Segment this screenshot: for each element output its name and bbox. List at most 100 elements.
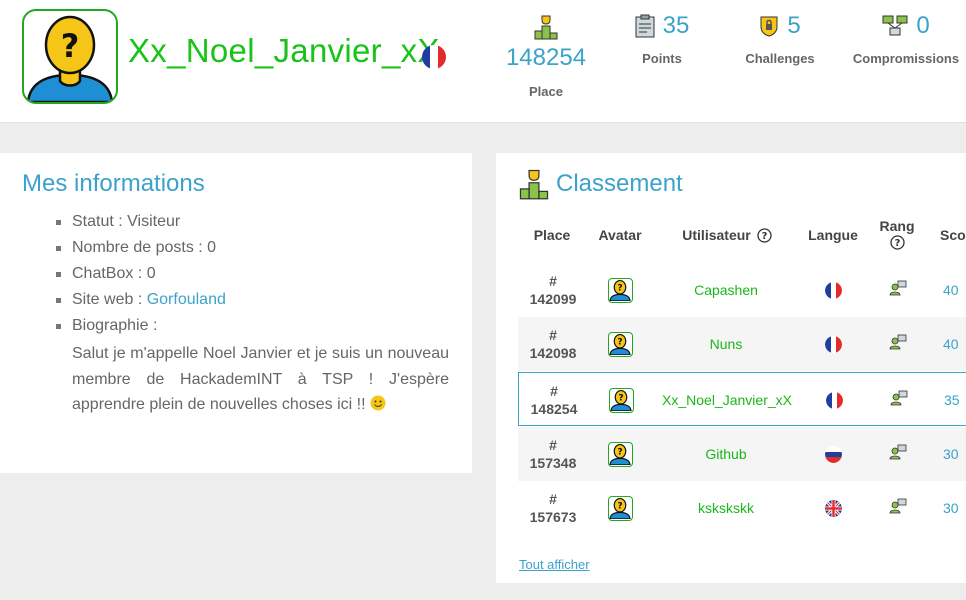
table-row: #157673? kskskskk 30 <box>518 481 966 535</box>
classement-title-wrap: Classement <box>518 168 683 200</box>
shield-lock-icon <box>760 16 778 37</box>
user-avatar-icon[interactable]: ? <box>607 441 633 467</box>
header-lang: Langue <box>808 227 858 243</box>
row-rang <box>883 263 913 317</box>
svg-text:?: ? <box>617 447 622 457</box>
uk-flag-icon <box>824 499 842 517</box>
svg-text:?: ? <box>617 283 622 293</box>
statut-item: Statut : Visiteur <box>56 209 449 235</box>
row-place-value: 157348 <box>529 455 577 471</box>
header-place: Place <box>533 227 571 243</box>
row-hash: # <box>549 327 557 343</box>
row-hash: # <box>549 437 557 453</box>
compromissions-label: Compromissions <box>852 51 960 66</box>
stat-compromissions: 0 Compromissions <box>850 12 962 66</box>
help-icon[interactable]: ? <box>889 235 905 250</box>
website-link[interactable]: Gorfouland <box>147 291 226 308</box>
bio-label: Biographie : <box>72 317 158 334</box>
row-place: #157348 <box>518 427 588 481</box>
row-score[interactable]: 30 <box>943 481 966 535</box>
user-avatar-icon[interactable]: ? <box>608 387 634 413</box>
france-flag-icon <box>422 45 446 69</box>
row-rang <box>884 373 914 427</box>
profile-username: Xx_Noel_Janvier_xX <box>128 32 440 69</box>
help-icon[interactable]: ? <box>757 227 772 243</box>
row-avatar-cell: ? <box>598 263 642 317</box>
row-rang <box>883 481 913 535</box>
points-label: Points <box>642 51 682 66</box>
podium-trophy-icon <box>519 169 549 200</box>
row-score[interactable]: 40 <box>943 317 966 371</box>
row-avatar-cell: ? <box>598 427 642 481</box>
svg-text:?: ? <box>617 501 622 511</box>
header-rang: Rang ? <box>876 217 918 254</box>
header-rang-label: Rang <box>879 218 915 234</box>
challenges-label: Challenges <box>745 51 815 66</box>
bio-item: Biographie : Salut je m'appelle Noel Jan… <box>56 313 449 418</box>
row-place: #142099 <box>518 263 588 317</box>
row-username[interactable]: Xx_Noel_Janvier_xX <box>649 373 805 427</box>
row-place-value: 157673 <box>529 509 577 525</box>
header-avatar: Avatar <box>598 227 642 243</box>
header-score: Sco <box>940 227 966 243</box>
row-score[interactable]: 30 <box>943 427 966 481</box>
info-list: Statut : Visiteur Nombre de posts : 0 Ch… <box>56 209 449 418</box>
france-flag-icon <box>825 391 843 409</box>
info-title: Mes informations <box>22 170 205 197</box>
row-username[interactable]: kskskskk <box>648 481 804 535</box>
row-score[interactable]: 35 <box>944 373 966 427</box>
table-row: #148254? Xx_Noel_Janvier_xX 35 <box>518 372 966 426</box>
see-all-link[interactable]: Tout afficher <box>519 557 590 572</box>
row-avatar-cell: ? <box>599 373 643 427</box>
clipboard-icon <box>635 14 655 38</box>
row-place-value: 148254 <box>530 401 578 417</box>
row-lang <box>819 373 849 427</box>
website-label: Site web : <box>72 291 147 308</box>
compromissions-value: 0 <box>916 12 930 39</box>
classement-title: Classement <box>556 170 683 197</box>
row-hash: # <box>549 491 557 507</box>
row-score[interactable]: 40 <box>943 263 966 317</box>
france-flag-icon <box>824 335 842 353</box>
row-lang <box>818 427 848 481</box>
bio-text: Salut je m'appelle Noel Janvier et je su… <box>72 345 449 413</box>
svg-text:?: ? <box>61 27 80 65</box>
place-label: Place <box>529 84 563 99</box>
classement-panel: Classement Place Avatar Utilisateur ? La… <box>496 153 966 583</box>
user-avatar-icon[interactable]: ? <box>607 495 633 521</box>
svg-text:?: ? <box>617 337 622 347</box>
row-lang <box>818 481 848 535</box>
podium-trophy-icon <box>534 15 558 40</box>
svg-text:?: ? <box>618 393 623 403</box>
svg-text:?: ? <box>894 238 900 249</box>
table-row: #142099? Capashen 40 <box>518 263 966 317</box>
stat-place: 148254 Place <box>500 14 592 99</box>
row-place-value: 142099 <box>529 291 577 307</box>
row-place: #157673 <box>518 481 588 535</box>
row-hash: # <box>550 383 558 399</box>
row-avatar-cell: ? <box>598 317 642 371</box>
table-row: #142098? Nuns 40 <box>518 317 966 371</box>
row-rang <box>883 317 913 371</box>
network-icon <box>882 15 908 36</box>
stat-challenges: 5 Challenges <box>735 12 825 66</box>
row-avatar-cell: ? <box>598 481 642 535</box>
row-username[interactable]: Nuns <box>648 317 804 371</box>
row-username[interactable]: Github <box>648 427 804 481</box>
france-flag-icon <box>824 281 842 299</box>
posts-item: Nombre de posts : 0 <box>56 235 449 261</box>
header-user: Utilisateur ? <box>672 227 782 243</box>
points-value: 35 <box>662 12 690 39</box>
user-avatar-icon[interactable]: ? <box>607 277 633 303</box>
place-value: 148254 <box>505 44 587 71</box>
unknown-user-avatar-icon: ? <box>26 15 114 102</box>
rank-user-icon <box>890 390 908 411</box>
row-username[interactable]: Capashen <box>648 263 804 317</box>
profile-header: ? Xx_Noel_Janvier_xX 148254 Place 35 Poi… <box>0 0 966 123</box>
russia-flag-icon <box>824 445 842 463</box>
website-item: Site web : Gorfouland <box>56 287 449 313</box>
chatbox-item: ChatBox : 0 <box>56 261 449 287</box>
user-avatar-icon[interactable]: ? <box>607 331 633 357</box>
bio-text-block: Salut je m'appelle Noel Janvier et je su… <box>72 341 449 418</box>
challenges-value: 5 <box>787 12 801 39</box>
